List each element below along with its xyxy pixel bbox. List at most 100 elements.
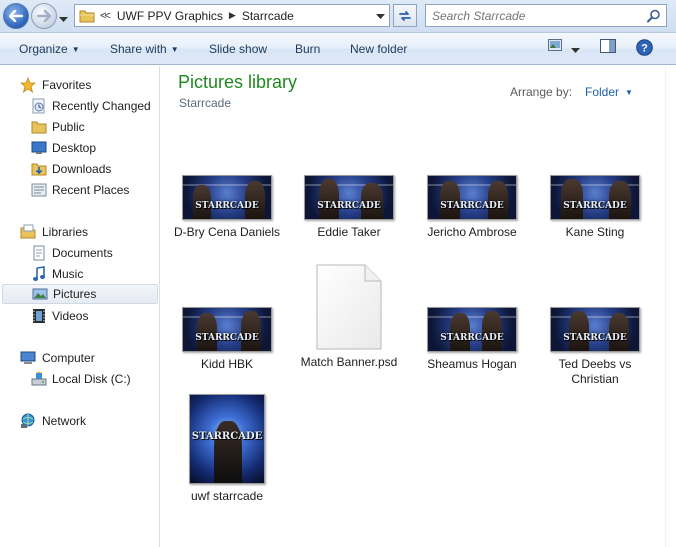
preview-pane-icon (600, 39, 616, 53)
downloads-folder-icon (31, 163, 47, 176)
search-box[interactable] (425, 4, 667, 27)
new-folder-button[interactable]: New folder (350, 42, 407, 56)
breadcrumb-item-uwf-ppv-graphics[interactable]: UWF PPV Graphics (114, 9, 226, 23)
nav-computer-label: Computer (42, 351, 95, 365)
command-bar: Organize ▼ Share with ▼ Slide show Burn Ne… (0, 33, 676, 65)
nav-network[interactable]: Network (2, 411, 158, 431)
burn-button[interactable]: Burn (295, 42, 320, 56)
file-name: Sheamus Hogan (427, 357, 517, 371)
back-button[interactable] (3, 3, 29, 29)
nav-libraries-label: Libraries (42, 225, 89, 239)
chevron-down-icon (376, 13, 385, 19)
search-icon[interactable] (647, 9, 661, 23)
image-thumbnail: STARRCADE (427, 175, 517, 220)
nav-item-desktop[interactable]: Desktop (2, 138, 158, 158)
organize-button[interactable]: Organize ▼ (19, 42, 80, 56)
nav-item-local-disk[interactable]: Local Disk (C:) (2, 369, 158, 389)
slide-show-label: Slide show (209, 42, 268, 56)
breadcrumb-item-starrcade[interactable]: Starrcade (239, 9, 297, 23)
burn-label: Burn (295, 42, 321, 56)
network-icon (21, 413, 35, 428)
thumbnail-logo: STARRCADE (195, 333, 259, 343)
nav-item-downloads[interactable]: Downloads (2, 159, 158, 179)
arrange-by-label: Arrange by: (510, 85, 573, 99)
arrange-by-value: Folder (585, 85, 620, 99)
share-with-label: Share with (110, 42, 167, 56)
breadcrumb[interactable]: << UWF PPV Graphics ▶ Starrcade (74, 4, 390, 27)
nav-favorites-label: Favorites (42, 78, 92, 92)
thumbnail-logo: STARRCADE (191, 431, 263, 442)
help-icon: ? (636, 39, 653, 56)
nav-favorites[interactable]: Favorites (2, 75, 158, 95)
share-with-button[interactable]: Share with ▼ (110, 42, 179, 56)
address-dropdown-button[interactable] (376, 9, 385, 23)
nav-item-documents[interactable]: Documents (2, 243, 158, 263)
file-item-d-bry-cena-daniels[interactable]: STARRCADE D-Bry Cena Daniels (166, 175, 288, 240)
image-thumbnail: STARRCADE (182, 175, 272, 220)
computer-icon (20, 351, 36, 364)
nav-item-label: Documents (52, 246, 113, 260)
breadcrumb-overflow-icon[interactable]: << (100, 10, 111, 22)
file-name: D-Bry Cena Daniels (173, 225, 281, 239)
recent-pages-dropdown[interactable] (59, 12, 68, 26)
file-item-jericho-ambrose[interactable]: STARRCADE Jericho Ambrose (411, 175, 533, 240)
navigation-pane: Favorites Recently Changed Public Deskto… (0, 66, 160, 547)
file-view: Pictures library Starrcade Arrange by: F… (161, 66, 665, 547)
nav-item-label: Pictures (53, 287, 97, 301)
refresh-button[interactable] (393, 4, 417, 27)
pictures-icon (32, 288, 48, 300)
file-name: Match Banner.psd (300, 355, 398, 369)
forward-button[interactable] (31, 3, 57, 29)
file-item-match-banner-psd[interactable]: Match Banner.psd (288, 264, 410, 370)
blank-document-icon (316, 264, 382, 350)
document-file-icon (315, 264, 383, 350)
file-item-uwf-starrcade[interactable]: STARRCADE uwf starrcade (166, 394, 288, 504)
file-name: Kidd HBK (200, 357, 254, 371)
image-thumbnail: STARRCADE (182, 307, 272, 352)
image-thumbnail: STARRCADE (304, 175, 394, 220)
nav-item-label: Public (52, 120, 85, 134)
change-view-button[interactable] (548, 39, 562, 54)
new-folder-label: New folder (350, 42, 408, 56)
documents-icon (33, 245, 45, 261)
chevron-down-icon (59, 17, 68, 22)
thumbnail-logo: STARRCADE (195, 201, 259, 211)
vertical-scrollbar[interactable] (665, 66, 676, 547)
arrange-by-dropdown[interactable]: Folder ▼ (585, 85, 633, 99)
chevron-down-icon: ▼ (71, 45, 80, 54)
image-thumbnail: STARRCADE (427, 307, 517, 352)
file-item-ted-deebs-vs-christian[interactable]: STARRCADE Ted Deebs vs Christian (534, 307, 656, 387)
search-input[interactable] (432, 8, 642, 23)
back-arrow-icon (9, 10, 23, 22)
nav-item-videos[interactable]: Videos (2, 306, 158, 326)
image-thumbnail: STARRCADE (550, 307, 640, 352)
nav-libraries[interactable]: Libraries (2, 222, 158, 242)
refresh-icon (399, 10, 411, 21)
nav-item-label: Desktop (52, 141, 97, 155)
video-film-icon (33, 309, 45, 323)
nav-item-music[interactable]: Music (2, 264, 158, 284)
nav-item-recently-changed[interactable]: Recently Changed (2, 96, 158, 116)
breadcrumb-separator-icon[interactable]: ▶ (226, 10, 239, 21)
help-button[interactable]: ? (636, 39, 653, 59)
chevron-down-icon: ▼ (170, 45, 179, 54)
nav-item-recent-places[interactable]: Recent Places (2, 180, 158, 200)
nav-computer[interactable]: Computer (2, 348, 158, 368)
slide-show-button[interactable]: Slide show (209, 42, 267, 56)
file-name: uwf starrcade (190, 489, 264, 503)
file-name: Kane Sting (565, 225, 625, 239)
file-item-eddie-taker[interactable]: STARRCADE Eddie Taker (288, 175, 410, 240)
thumbnail-logo: STARRCADE (563, 333, 627, 343)
nav-item-label: Downloads (52, 162, 112, 176)
view-options-dropdown[interactable] (571, 43, 580, 57)
file-item-sheamus-hogan[interactable]: STARRCADE Sheamus Hogan (411, 307, 533, 372)
nav-item-pictures[interactable]: Pictures (2, 284, 158, 304)
music-note-icon (33, 266, 45, 281)
nav-item-public[interactable]: Public (2, 117, 158, 137)
folder-icon (79, 10, 95, 22)
file-name: Ted Deebs vs Christian (558, 357, 632, 386)
library-title: Pictures library (178, 72, 298, 92)
file-item-kane-sting[interactable]: STARRCADE Kane Sting (534, 175, 656, 240)
file-item-kidd-hbk[interactable]: STARRCADE Kidd HBK (166, 307, 288, 372)
preview-pane-button[interactable] (600, 39, 616, 56)
